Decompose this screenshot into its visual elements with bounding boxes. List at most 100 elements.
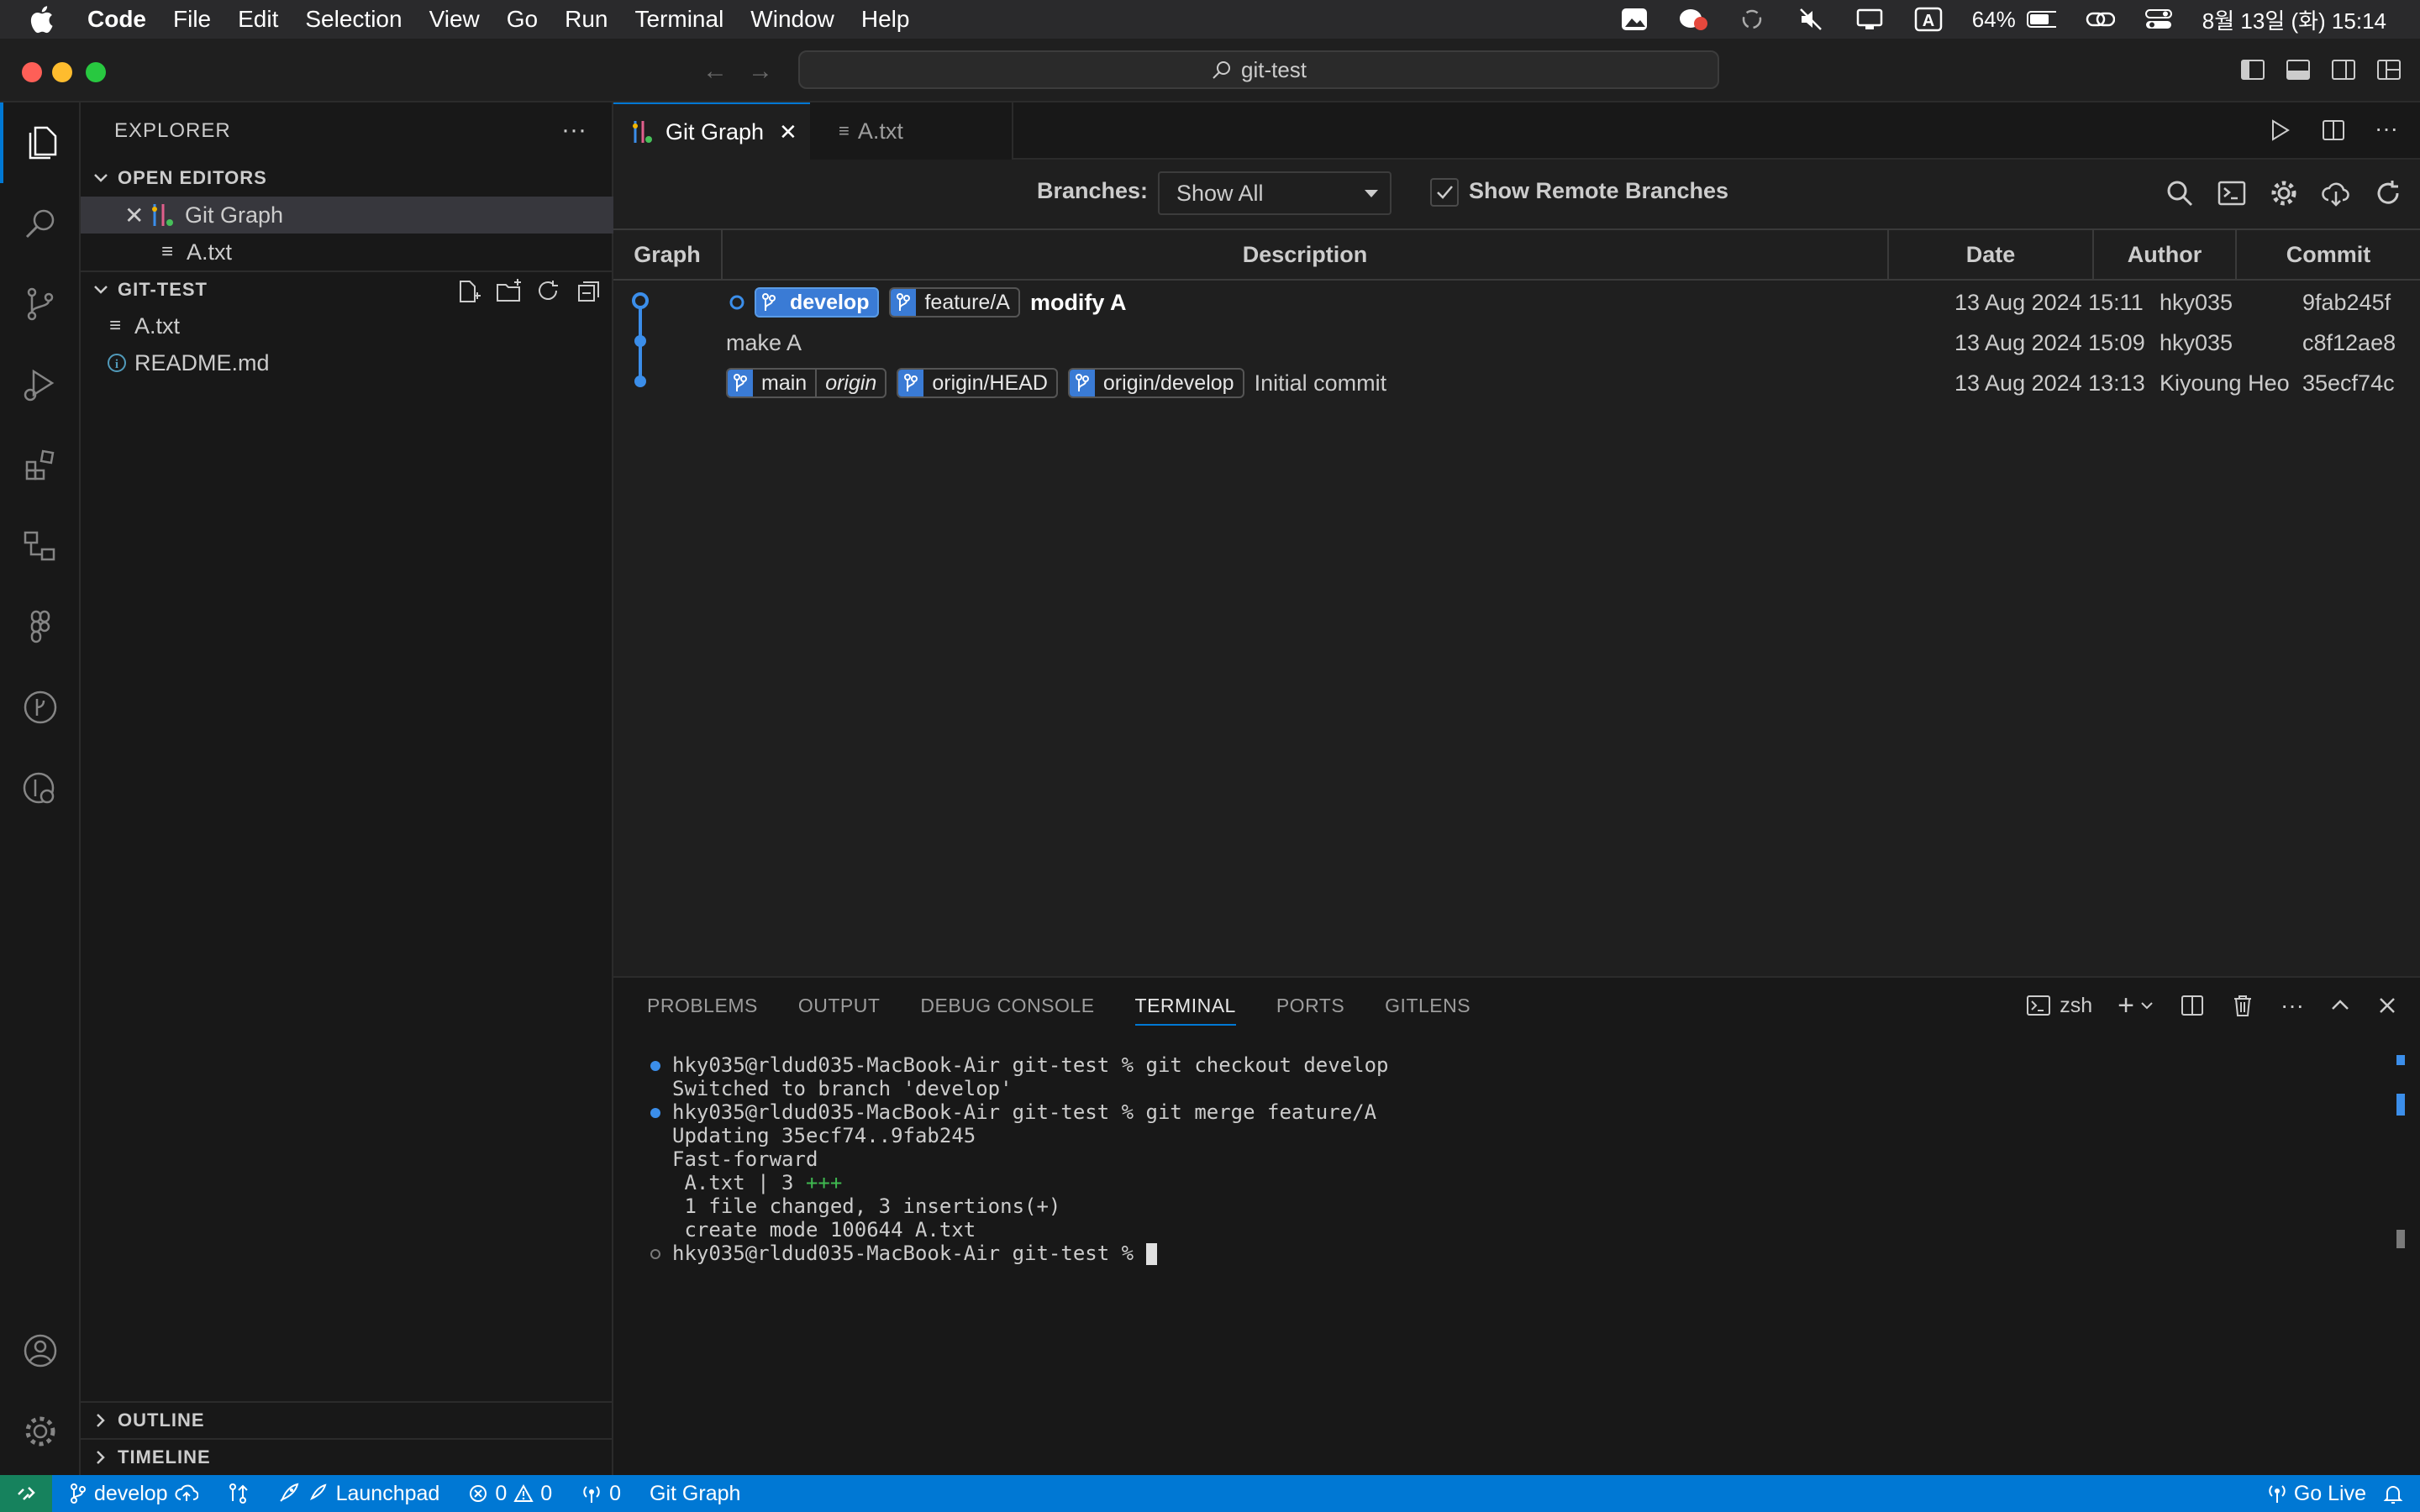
activity-accounts[interactable]: [0, 1310, 81, 1391]
split-terminal-icon[interactable]: [2180, 993, 2205, 1018]
trash-icon[interactable]: [2230, 993, 2255, 1018]
display-status-icon[interactable]: [1854, 7, 1885, 32]
problems-status[interactable]: 0 0: [468, 1482, 552, 1506]
tab-ports[interactable]: PORTS: [1276, 995, 1344, 1026]
publish-cloud-icon[interactable]: [175, 1483, 198, 1504]
tab-problems[interactable]: PROBLEMS: [647, 995, 758, 1026]
branch-ref-origin-develop[interactable]: origin/develop: [1067, 368, 1244, 398]
fetch-cloud-icon[interactable]: [2321, 178, 2351, 208]
menu-app-code[interactable]: Code: [87, 6, 146, 33]
terminal-scrollbar[interactable]: [2396, 1055, 2405, 1467]
back-arrow-icon[interactable]: ←: [702, 57, 728, 86]
control-center-icon[interactable]: [2144, 7, 2174, 32]
settings-gear-icon[interactable]: [2269, 178, 2299, 208]
branch-ref-develop[interactable]: develop: [755, 287, 880, 318]
activity-figma[interactable]: [0, 586, 81, 667]
tab-a-txt[interactable]: ≡ A.txt: [810, 102, 1013, 160]
close-icon[interactable]: ✕: [779, 119, 797, 145]
activity-run-debug[interactable]: [0, 344, 81, 425]
column-graph[interactable]: Graph: [613, 230, 723, 279]
menu-help[interactable]: Help: [861, 6, 910, 33]
activity-gitlens[interactable]: [0, 748, 81, 828]
more-actions-icon[interactable]: ···: [2375, 117, 2398, 143]
file-a-txt[interactable]: ≡ A.txt: [81, 307, 613, 344]
menu-terminal[interactable]: Terminal: [634, 6, 723, 33]
collapse-all-icon[interactable]: [576, 279, 602, 304]
run-icon[interactable]: [2267, 118, 2292, 143]
toggle-panel-icon[interactable]: [2286, 57, 2311, 82]
column-description[interactable]: Description: [723, 230, 1889, 279]
menu-edit[interactable]: Edit: [238, 6, 278, 33]
photos-status-icon[interactable]: [1619, 7, 1649, 32]
command-decoration-icon[interactable]: [650, 1108, 660, 1118]
command-decoration-icon[interactable]: [650, 1061, 660, 1071]
remote-indicator[interactable]: [0, 1475, 52, 1512]
menu-go[interactable]: Go: [507, 6, 538, 33]
sidebar-more-icon[interactable]: ···: [561, 116, 587, 144]
column-date[interactable]: Date: [1889, 230, 2094, 279]
workspace-header[interactable]: GIT-TEST: [81, 270, 613, 307]
launchpad-status[interactable]: Launchpad: [277, 1482, 439, 1506]
commit-row[interactable]: develop feature/A modify A 13 Aug 2024 1…: [613, 282, 2420, 323]
menu-view[interactable]: View: [429, 6, 480, 33]
mute-status-icon[interactable]: [1796, 7, 1826, 32]
toggle-primary-sidebar-icon[interactable]: [2240, 57, 2265, 82]
tab-debug-console[interactable]: DEBUG CONSOLE: [920, 995, 1094, 1026]
activity-manage[interactable]: [0, 1391, 81, 1472]
open-editor-git-graph[interactable]: ✕ Git Graph: [81, 197, 613, 234]
swirl-status-icon[interactable]: [1737, 7, 1767, 32]
branch-ref-feature-a[interactable]: feature/A: [889, 287, 1020, 318]
menubar-clock[interactable]: 8월 13일 (화) 15:14: [2202, 4, 2386, 35]
apple-logo-icon[interactable]: [29, 5, 62, 34]
command-center-search[interactable]: git-test: [798, 50, 1719, 89]
chevron-down-icon[interactable]: [2139, 998, 2154, 1013]
notifications-bell-icon[interactable]: [2383, 1483, 2403, 1511]
window-minimize-button[interactable]: [52, 62, 72, 82]
go-live-status[interactable]: Go Live: [2267, 1482, 2366, 1506]
git-graph-status[interactable]: Git Graph: [650, 1482, 740, 1506]
link-status-icon[interactable]: [2085, 7, 2115, 32]
open-editor-a-txt[interactable]: ≡ A.txt: [81, 234, 613, 270]
battery-icon[interactable]: [2026, 7, 2056, 32]
toggle-secondary-sidebar-icon[interactable]: [2331, 57, 2356, 82]
close-icon[interactable]: ✕: [124, 202, 150, 229]
tab-terminal[interactable]: TERMINAL: [1134, 995, 1236, 1026]
branch-ref-main[interactable]: main origin: [726, 368, 887, 398]
branch-status[interactable]: develop: [69, 1482, 198, 1506]
activity-remote-explorer[interactable]: [0, 506, 81, 586]
branches-dropdown[interactable]: Show All: [1158, 171, 1392, 215]
column-commit[interactable]: Commit: [2237, 230, 2420, 279]
open-editors-header[interactable]: OPEN EDITORS: [81, 160, 613, 197]
tab-git-graph[interactable]: Git Graph ✕: [613, 102, 810, 160]
forward-arrow-icon[interactable]: →: [748, 57, 773, 86]
split-editor-icon[interactable]: [2321, 118, 2346, 143]
window-zoom-button[interactable]: [86, 62, 106, 82]
terminal-output[interactable]: hky035@rldud035-MacBook-Air git-test % g…: [647, 1053, 1389, 1265]
ports-status[interactable]: 0: [581, 1482, 621, 1506]
new-file-icon[interactable]: [455, 279, 481, 304]
tab-gitlens[interactable]: GITLENS: [1385, 995, 1470, 1026]
new-folder-icon[interactable]: [496, 279, 521, 304]
menu-file[interactable]: File: [173, 6, 211, 33]
more-actions-icon[interactable]: ···: [2281, 994, 2304, 1017]
branch-ref-origin-head[interactable]: origin/HEAD: [897, 368, 1058, 398]
refresh-icon[interactable]: [2373, 178, 2403, 208]
activity-git-graph[interactable]: [0, 667, 81, 748]
activity-explorer[interactable]: [0, 102, 81, 183]
customize-layout-icon[interactable]: [2376, 57, 2402, 82]
activity-extensions[interactable]: [0, 425, 81, 506]
find-icon[interactable]: [2165, 178, 2195, 208]
terminal-instance[interactable]: zsh: [2026, 994, 2092, 1018]
terminal-icon[interactable]: [2217, 178, 2247, 208]
timeline-header[interactable]: TIMELINE: [81, 1438, 613, 1475]
tab-output[interactable]: OUTPUT: [798, 995, 881, 1026]
activity-source-control[interactable]: [0, 264, 81, 344]
commit-row[interactable]: main origin origin/HEAD origin/develop In…: [613, 363, 2420, 403]
close-panel-icon[interactable]: [2376, 995, 2398, 1016]
menu-run[interactable]: Run: [565, 6, 608, 33]
file-readme-md[interactable]: i README.md: [81, 344, 613, 381]
column-author[interactable]: Author: [2094, 230, 2237, 279]
chat-status-icon[interactable]: [1678, 7, 1708, 32]
outline-header[interactable]: OUTLINE: [81, 1401, 613, 1438]
command-decoration-icon[interactable]: [650, 1249, 660, 1259]
